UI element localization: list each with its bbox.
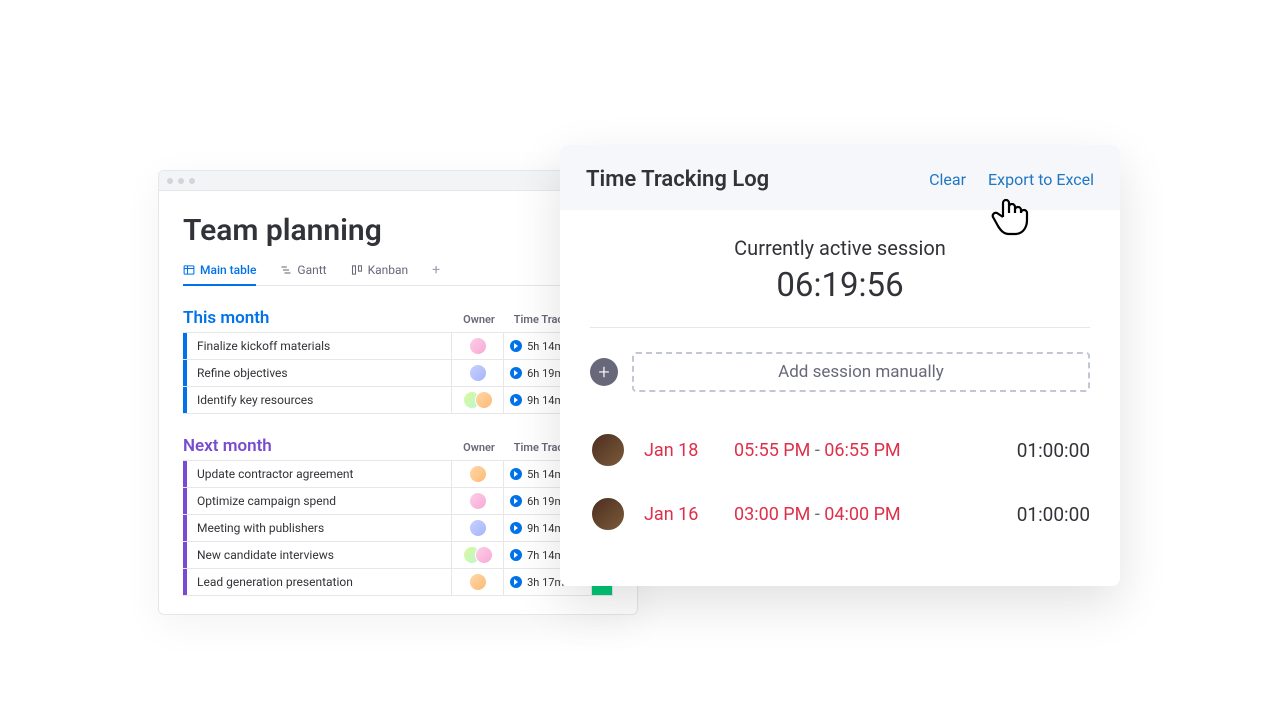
session-date: Jan 18 (644, 440, 716, 461)
table-row[interactable]: Identify key resources 9h 14m 27s (183, 387, 613, 414)
play-icon[interactable] (510, 495, 522, 507)
tab-label: Kanban (368, 263, 409, 277)
play-icon[interactable] (510, 394, 522, 406)
session-end: 06:55 PM (824, 440, 900, 461)
table-row[interactable]: Update contractor agreement 5h 14m 27s (183, 461, 613, 488)
avatar (469, 492, 487, 510)
col-owner: Owner (453, 313, 505, 326)
tab-add[interactable]: + (432, 262, 440, 285)
avatar-stack (463, 391, 493, 409)
col-owner: Owner (453, 441, 505, 454)
session-duration: 01:00:00 (1017, 503, 1090, 526)
cursor-hand-icon (989, 196, 1029, 242)
play-icon[interactable] (510, 340, 522, 352)
row-name[interactable]: Optimize campaign spend (187, 488, 452, 514)
plus-icon: + (432, 262, 440, 278)
time-tracking-log-panel: Time Tracking Log Clear Export to Excel … (560, 145, 1120, 586)
play-icon[interactable] (510, 549, 522, 561)
row-owner[interactable] (452, 569, 504, 595)
session-start: 05:55 PM (734, 440, 810, 461)
play-icon[interactable] (510, 576, 522, 588)
play-icon[interactable] (510, 522, 522, 534)
table-row[interactable]: Optimize campaign spend 6h 19m 56s (183, 488, 613, 515)
kanban-icon (351, 264, 363, 276)
board-tabs: Main table Gantt Kanban + (183, 262, 613, 286)
row-owner[interactable] (452, 333, 504, 359)
session-start: 03:00 PM (734, 504, 810, 525)
group-rows: Finalize kickoff materials 5h 14m 27s Re… (183, 332, 613, 414)
row-owner[interactable] (452, 461, 504, 487)
row-owner[interactable] (452, 387, 504, 413)
session-end: 04:00 PM (824, 504, 900, 525)
group-title[interactable]: Next month (183, 436, 272, 456)
session-row[interactable]: Jan 18 05:55 PM - 06:55 PM 01:00:00 (590, 418, 1090, 482)
session-date: Jan 16 (644, 504, 716, 525)
tab-kanban[interactable]: Kanban (351, 263, 409, 284)
group-next-month: Next month Owner Time Tracking Update co… (183, 436, 613, 596)
session-time-range: 05:55 PM - 06:55 PM (734, 440, 901, 461)
group-this-month: This month Owner Time Tracking Finalize … (183, 308, 613, 414)
table-row[interactable]: Finalize kickoff materials 5h 14m 27s (183, 333, 613, 360)
avatar (469, 337, 487, 355)
row-name[interactable]: Refine objectives (187, 360, 452, 386)
table-row[interactable]: Lead generation presentation 3h 17m 16s (183, 569, 613, 596)
tab-gantt[interactable]: Gantt (280, 263, 326, 284)
table-row[interactable]: New candidate interviews 7h 14m 27s (183, 542, 613, 569)
row-name[interactable]: Finalize kickoff materials (187, 333, 452, 359)
dash: - (815, 504, 824, 525)
table-row[interactable]: Refine objectives 6h 19m 56s (183, 360, 613, 387)
session-time-range: 03:00 PM - 04:00 PM (734, 504, 901, 525)
dash: - (815, 440, 824, 461)
traffic-dot (167, 178, 173, 184)
avatar (475, 546, 493, 564)
session-duration: 01:00:00 (1017, 439, 1090, 462)
avatar (475, 391, 493, 409)
row-owner[interactable] (452, 360, 504, 386)
export-to-excel-button[interactable]: Export to Excel (988, 170, 1094, 189)
traffic-dot (189, 178, 195, 184)
tab-label: Gantt (297, 263, 326, 277)
row-name[interactable]: Identify key resources (187, 387, 452, 413)
avatar (469, 364, 487, 382)
row-name[interactable]: Update contractor agreement (187, 461, 452, 487)
tab-main-table[interactable]: Main table (183, 263, 256, 286)
group-title[interactable]: This month (183, 308, 269, 328)
avatar-stack (463, 546, 493, 564)
log-actions: Clear Export to Excel (929, 170, 1094, 189)
play-icon[interactable] (510, 468, 522, 480)
row-name[interactable]: New candidate interviews (187, 542, 452, 568)
table-icon (183, 264, 195, 276)
active-session-timer: 06:19:56 (590, 266, 1090, 305)
row-owner[interactable] (452, 515, 504, 541)
log-header: Time Tracking Log Clear Export to Excel (560, 145, 1120, 210)
tab-label: Main table (200, 263, 256, 277)
add-session-plus-icon[interactable]: + (590, 358, 618, 386)
log-body: Currently active session 06:19:56 + Add … (560, 210, 1120, 586)
avatar (469, 519, 487, 537)
session-row[interactable]: Jan 16 03:00 PM - 04:00 PM 01:00:00 (590, 482, 1090, 546)
group-header: This month Owner Time Tracking (183, 308, 613, 328)
add-session-row: + Add session manually (590, 352, 1090, 392)
play-icon[interactable] (510, 367, 522, 379)
avatar (469, 573, 487, 591)
divider (590, 327, 1090, 328)
traffic-dot (178, 178, 184, 184)
row-owner[interactable] (452, 488, 504, 514)
avatar (469, 465, 487, 483)
row-name[interactable]: Lead generation presentation (187, 569, 452, 595)
avatar (590, 432, 626, 468)
avatar (590, 496, 626, 532)
log-title: Time Tracking Log (586, 167, 769, 192)
group-rows: Update contractor agreement 5h 14m 27s O… (183, 460, 613, 596)
row-owner[interactable] (452, 542, 504, 568)
board-title: Team planning (183, 213, 613, 248)
add-session-manually-button[interactable]: Add session manually (632, 352, 1090, 392)
clear-button[interactable]: Clear (929, 170, 966, 189)
group-header: Next month Owner Time Tracking (183, 436, 613, 456)
add-session-label: Add session manually (778, 362, 944, 382)
active-session: Currently active session 06:19:56 (590, 236, 1090, 305)
table-row[interactable]: Meeting with publishers 9h 14m 27s (183, 515, 613, 542)
gantt-icon (280, 264, 292, 276)
row-name[interactable]: Meeting with publishers (187, 515, 452, 541)
